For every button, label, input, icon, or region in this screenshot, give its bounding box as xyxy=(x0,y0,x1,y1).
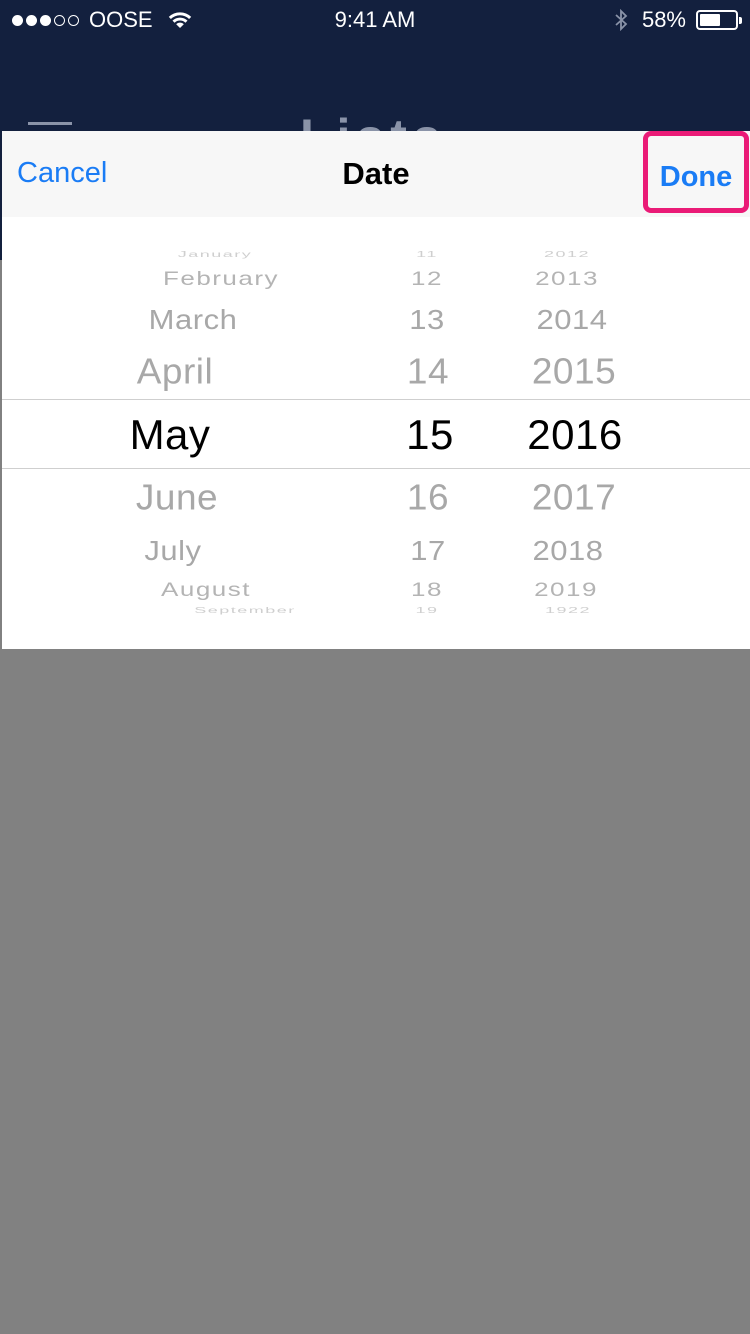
date-picker-sheet: Cancel Date Done January February March Apr… xyxy=(2,131,750,649)
screen: Lists OOSE 9:41 AM 58% xyxy=(0,0,750,1334)
day-option[interactable]: 15 xyxy=(406,410,454,460)
status-right: 58% xyxy=(614,7,742,33)
year-option[interactable]: 2015 xyxy=(532,350,616,393)
picker-title: Date xyxy=(342,156,410,191)
month-option[interactable]: August xyxy=(161,578,251,601)
month-option[interactable]: March xyxy=(149,303,238,336)
day-column[interactable]: 11 12 13 14 15 16 17 18 19 xyxy=(382,249,472,619)
year-option[interactable]: 2013 xyxy=(535,267,599,290)
year-option[interactable]: 2017 xyxy=(532,476,616,519)
done-button[interactable]: Done xyxy=(643,131,749,213)
day-option[interactable]: 17 xyxy=(410,534,445,567)
month-option[interactable]: September xyxy=(194,606,296,616)
hamburger-menu-icon xyxy=(28,122,72,125)
month-option[interactable]: January xyxy=(178,250,253,260)
day-option[interactable]: 11 xyxy=(416,250,438,260)
day-option[interactable]: 18 xyxy=(411,578,443,601)
nav-title-obscured: Lists xyxy=(300,108,447,132)
month-option[interactable]: June xyxy=(136,476,218,519)
month-option[interactable]: February xyxy=(163,267,279,290)
month-option[interactable]: July xyxy=(144,534,201,567)
day-option[interactable]: 13 xyxy=(409,303,444,336)
day-option[interactable]: 12 xyxy=(411,267,443,290)
year-column[interactable]: 2012 2013 2014 2015 2016 2017 2018 2019 1922 xyxy=(502,249,647,619)
battery-icon xyxy=(696,10,742,30)
bluetooth-icon xyxy=(615,9,628,31)
day-option[interactable]: 19 xyxy=(415,606,438,616)
year-option[interactable]: 1922 xyxy=(545,606,591,616)
picker-toolbar: Cancel Date Done xyxy=(2,131,750,217)
status-bar: OOSE 9:41 AM 58% xyxy=(0,0,750,40)
battery-fill xyxy=(700,14,720,26)
year-option[interactable]: 2018 xyxy=(533,534,604,567)
day-option[interactable]: 16 xyxy=(407,476,449,519)
month-option[interactable]: April xyxy=(137,350,214,393)
month-option[interactable]: May xyxy=(130,410,211,460)
month-column[interactable]: January February March April May June July Augu… xyxy=(2,249,422,619)
year-option[interactable]: 2019 xyxy=(534,578,598,601)
year-option[interactable]: 2012 xyxy=(544,250,590,260)
day-option[interactable]: 14 xyxy=(407,350,449,393)
year-option[interactable]: 2014 xyxy=(537,303,608,336)
date-picker-wheel[interactable]: January February March April May June July Augu… xyxy=(2,249,750,619)
battery-percentage: 58% xyxy=(641,7,686,32)
year-option[interactable]: 2016 xyxy=(527,410,622,460)
